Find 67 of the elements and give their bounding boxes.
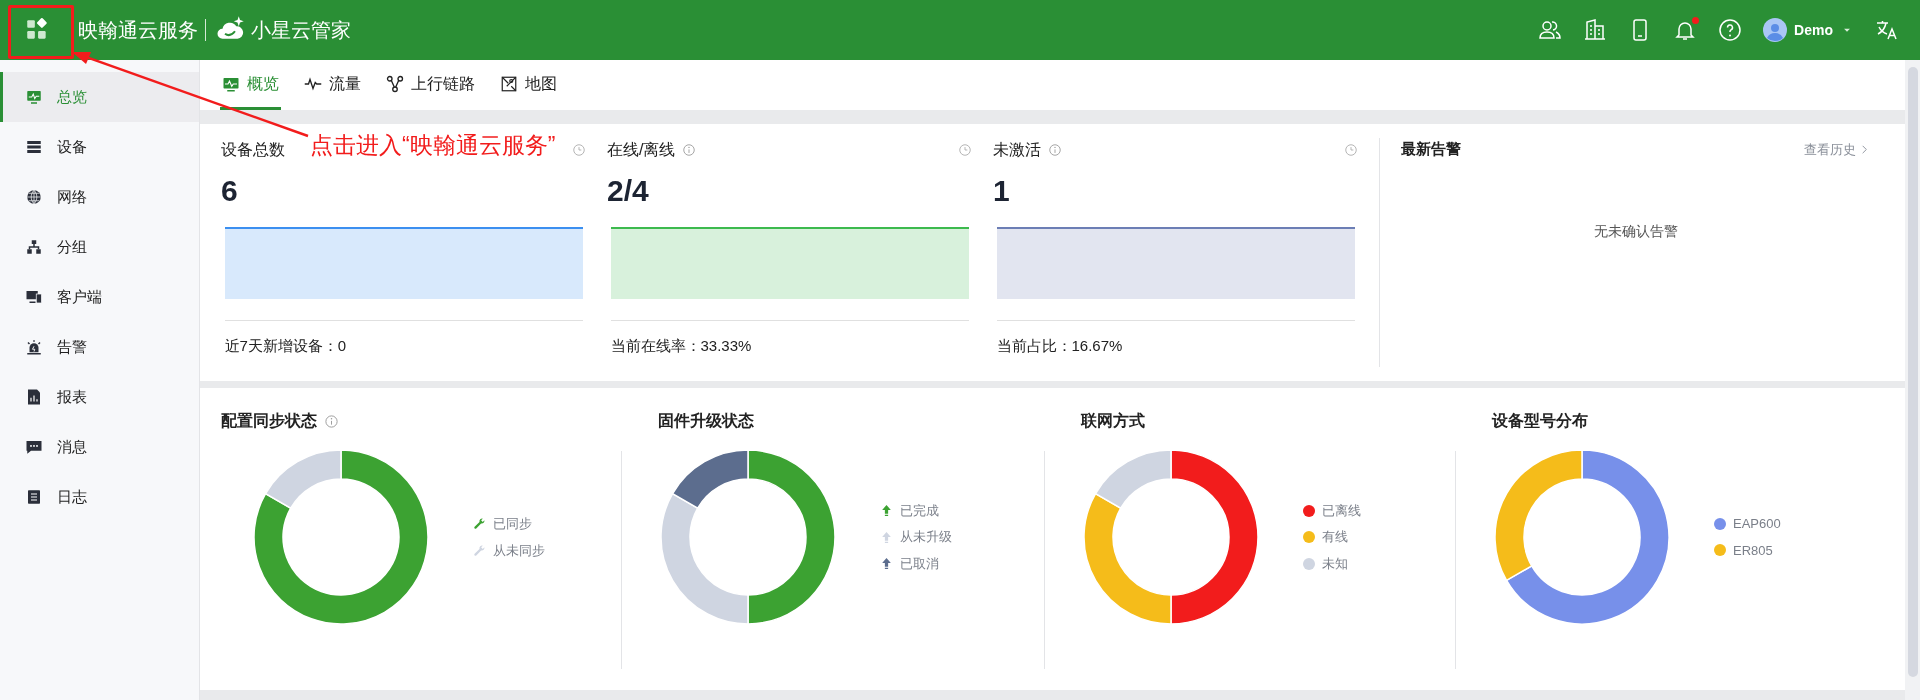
scrollbar-thumb[interactable] [1907,67,1918,677]
nodes-icon [386,74,404,93]
info-icon[interactable] [682,143,697,157]
stat-title: 设备总数 [221,140,285,160]
avatar[interactable] [1763,18,1788,42]
translate-icon[interactable] [1875,18,1899,42]
legend-label: 有线 [1322,528,1348,547]
map-icon [500,74,518,93]
stat-footer: 当前在线率：33.33% [610,335,969,358]
chart-title: 固件升级状态 [658,411,754,431]
clock-icon[interactable] [1344,143,1358,157]
message-icon [25,438,43,456]
alarm-icon [25,338,43,356]
report-icon [25,388,43,406]
legend-label: 从未同步 [493,541,545,560]
legend-label: 已离线 [1322,501,1361,520]
devices-icon [25,288,43,306]
sidebar-item[interactable]: 日志 [0,472,199,522]
hierarchy-icon [25,238,43,256]
sidebar-item[interactable]: 消息 [0,422,199,472]
sidebar-item[interactable]: 客户端 [0,272,199,322]
building-icon[interactable] [1583,18,1608,42]
legend-label: EAP600 [1733,515,1781,533]
brand-name: 小星云管家 [250,18,351,43]
stat-value: 6 [221,176,239,206]
legend-label: 已同步 [493,515,532,533]
empty-message: 无未确认告警 [1593,221,1678,241]
user-name[interactable]: Demo [1794,19,1833,41]
stat-title: 未激活 [993,140,1041,160]
app-name[interactable]: 映翰通云服务 [78,15,198,45]
annotation-text: 点击进入“映翰通云服务” [310,131,556,160]
info-icon[interactable] [1048,143,1062,157]
stat-footer: 当前占比：16.67% [996,335,1355,358]
stat-value: 1 [993,176,1011,206]
sidebar-item[interactable]: 告警 [0,322,199,372]
sidebar-item[interactable]: 总览 [0,72,199,122]
sidebar-item[interactable]: 分组 [0,222,199,272]
document-icon [25,488,43,506]
clock-icon[interactable] [572,143,586,157]
chart-title: 配置同步状态 [221,411,317,431]
stat-value: 2/4 [607,176,650,206]
help-icon[interactable] [1718,18,1743,42]
highlight-box [8,5,74,59]
users-icon[interactable] [1538,18,1563,42]
chart-title: 联网方式 [1081,411,1145,431]
tab[interactable]: 概览 [220,60,281,110]
server-icon [25,138,43,156]
stat-footer: 近7天新增设备：0 [224,335,583,358]
legend-label: 从未升级 [900,528,952,547]
clock-icon[interactable] [958,143,972,157]
sidebar-item[interactable]: 网络 [0,172,199,222]
tab[interactable]: 流量 [302,60,363,110]
tab[interactable]: 上行链路 [384,60,477,110]
globe-icon [25,188,43,206]
stat-title: 在线/离线 [607,140,676,160]
panel-title: 最新告警 [1401,139,1461,159]
chevron-icon [1859,143,1870,155]
sidebar-item[interactable]: 报表 [0,372,199,422]
legend-label: ER805 [1733,541,1773,560]
sidebar-item[interactable]: 设备 [0,122,199,172]
chart-title: 设备型号分布 [1492,411,1588,431]
tab[interactable]: 地图 [498,60,559,110]
info-icon[interactable] [324,413,339,429]
dashboard-icon [25,88,43,106]
legend-label: 未知 [1322,554,1348,573]
legend-label: 已完成 [900,501,939,520]
legend-label: 已取消 [900,554,939,573]
